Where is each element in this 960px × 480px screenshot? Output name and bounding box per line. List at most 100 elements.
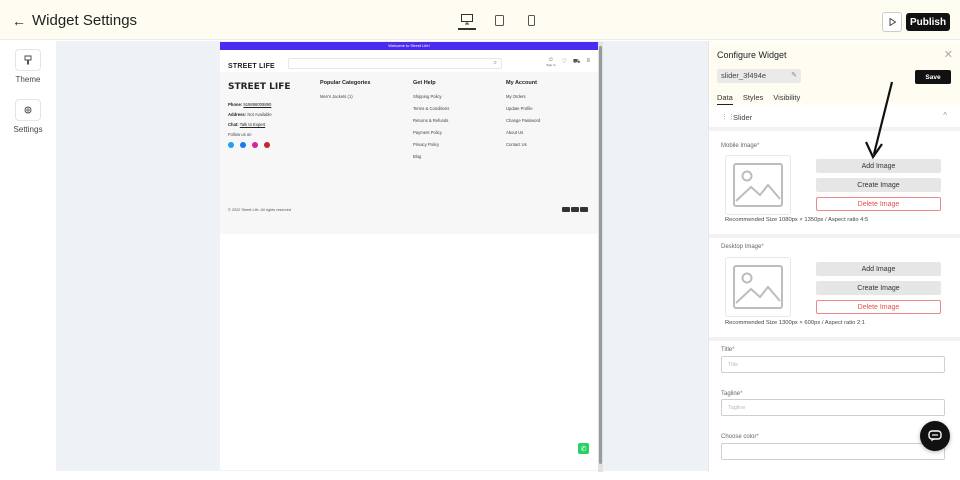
add-image-button[interactable]: Add Image: [816, 159, 941, 173]
store-logo: STREET LIFE: [228, 62, 275, 70]
panel-tabs: Data Styles Visibility: [717, 93, 800, 105]
footer-link[interactable]: Privacy Policy: [413, 142, 449, 147]
address-label: Address:: [228, 112, 247, 117]
image-icon: [733, 163, 783, 207]
mobile-image-label: Mobile Image*: [721, 143, 759, 149]
payment-icons: [562, 207, 588, 212]
sidebar-item-theme[interactable]: Theme: [8, 49, 48, 84]
footer-link[interactable]: Change Password: [506, 118, 540, 123]
top-bar: ← Widget Settings Publish: [0, 0, 960, 40]
label-text: Choose color: [721, 434, 757, 440]
twitter-icon[interactable]: [228, 142, 234, 148]
footer-help: Get Help Shipping Policy Terms & Conditi…: [413, 80, 449, 166]
divider: [709, 234, 960, 238]
desktop-image-placeholder[interactable]: [725, 257, 791, 317]
footer-account: My Account My Orders Update Profile Chan…: [506, 80, 540, 154]
panel-header: Configure Widget ✕ slider_3f494e ✎ Save …: [709, 41, 960, 105]
preview-button[interactable]: [882, 12, 902, 32]
widget-id-field[interactable]: slider_3f494e ✎: [717, 69, 801, 83]
footer-link[interactable]: Terms & Conditions: [413, 106, 449, 111]
tagline-label: Tagline*: [721, 391, 742, 397]
tablet-view-button[interactable]: [490, 10, 508, 30]
publish-button[interactable]: Publish: [906, 13, 950, 31]
gear-icon: [15, 99, 41, 121]
footer-brand: STREET LIFE Phone: 919898008890 Address:…: [228, 82, 291, 148]
sign-in-label: Sign In: [546, 63, 556, 67]
menu-icon[interactable]: ≡: [586, 58, 590, 68]
delete-image-button[interactable]: Delete Image: [816, 300, 941, 314]
footer-logo: STREET LIFE: [228, 82, 291, 92]
desktop-recommended-size: Recommended Size 1300px × 600px / Aspect…: [725, 320, 866, 326]
chat-label: Chat:: [228, 122, 239, 127]
label-text: Mobile Image: [721, 143, 758, 149]
mastercard-icon: [580, 207, 588, 212]
delete-image-button[interactable]: Delete Image: [816, 197, 941, 211]
arrow-left-icon: ←: [12, 12, 26, 29]
desktop-view-button[interactable]: [458, 10, 476, 30]
desktop-icon: [461, 13, 473, 24]
page-title: Widget Settings: [32, 12, 138, 29]
section-title: Slider: [733, 113, 753, 122]
footer-link[interactable]: Update Profile: [506, 106, 540, 111]
save-button[interactable]: Save: [915, 70, 951, 84]
tagline-input[interactable]: Tagline: [721, 399, 945, 416]
color-input[interactable]: [721, 443, 945, 460]
required-mark: *: [732, 347, 735, 353]
chat-button[interactable]: [920, 421, 950, 451]
footer-link[interactable]: Contact Us: [506, 142, 540, 147]
scrollbar-thumb[interactable]: [599, 46, 602, 464]
create-image-button[interactable]: Create Image: [816, 178, 941, 192]
store-search-input[interactable]: ⌕: [288, 58, 502, 69]
add-image-button[interactable]: Add Image: [816, 262, 941, 276]
tab-styles[interactable]: Styles: [743, 93, 763, 105]
footer-link[interactable]: Returns & Refunds: [413, 118, 449, 123]
chat-link[interactable]: Talk to Expert: [240, 122, 265, 127]
divider: [709, 127, 960, 131]
phone-label: Phone:: [228, 102, 243, 107]
address-value: Not Available: [247, 112, 272, 117]
back-button[interactable]: ← Widget Settings: [12, 12, 137, 29]
cart-icon[interactable]: ⛟: [573, 58, 581, 68]
footer-link[interactable]: Shipping Policy: [413, 94, 449, 99]
panel-title: Configure Widget: [717, 50, 787, 60]
store-preview[interactable]: Welcome to Street Life! STREET LIFE ⌕ ☺ S…: [220, 42, 598, 470]
mobile-image-placeholder[interactable]: [725, 155, 791, 215]
mobile-view-button[interactable]: [522, 10, 540, 30]
preview-scrollbar[interactable]: [598, 42, 603, 472]
theme-icon: [15, 49, 41, 71]
close-icon[interactable]: ✕: [944, 48, 953, 61]
create-image-button[interactable]: Create Image: [816, 281, 941, 295]
sidebar-item-settings[interactable]: Settings: [8, 99, 48, 134]
pencil-icon[interactable]: ✎: [791, 71, 797, 79]
instagram-icon[interactable]: [252, 142, 258, 148]
phone-link[interactable]: 919898008890: [243, 102, 271, 107]
tab-data[interactable]: Data: [717, 93, 733, 105]
whatsapp-icon[interactable]: ✆: [578, 443, 589, 454]
chevron-up-icon[interactable]: ^: [943, 111, 947, 120]
tab-visibility[interactable]: Visibility: [773, 93, 800, 105]
required-mark: *: [761, 244, 764, 250]
search-icon: ⌕: [493, 60, 497, 66]
label-text: Desktop Image: [721, 244, 762, 250]
pinterest-icon[interactable]: [264, 142, 270, 148]
label-text: Tagline: [721, 391, 741, 397]
title-input[interactable]: Title: [721, 356, 945, 373]
label-text: Title: [721, 347, 733, 353]
footer-link[interactable]: About Us: [506, 130, 540, 135]
heart-icon[interactable]: ♡: [562, 58, 567, 68]
slider-section-header[interactable]: ⋮⋮ Slider ^: [709, 109, 960, 127]
footer-link[interactable]: Blog: [413, 154, 449, 159]
configure-widget-panel: Configure Widget ✕ slider_3f494e ✎ Save …: [708, 41, 960, 472]
mobile-icon: [527, 14, 535, 26]
left-sidebar: Theme Settings: [0, 41, 56, 480]
mobile-recommended-size: Recommended Size 1080px × 1350px / Aspec…: [725, 217, 869, 223]
footer-link[interactable]: Payment Policy: [413, 130, 449, 135]
user-icon[interactable]: ☺ Sign In: [546, 57, 556, 68]
footer-link[interactable]: Men's Jackets (1): [320, 94, 370, 99]
store-footer: STREET LIFE Phone: 919898008890 Address:…: [220, 72, 598, 234]
facebook-icon[interactable]: [240, 142, 246, 148]
required-mark: *: [756, 434, 759, 440]
visa-icon: [571, 207, 579, 212]
footer-link[interactable]: My Orders: [506, 94, 540, 99]
chat-icon: [928, 430, 942, 442]
